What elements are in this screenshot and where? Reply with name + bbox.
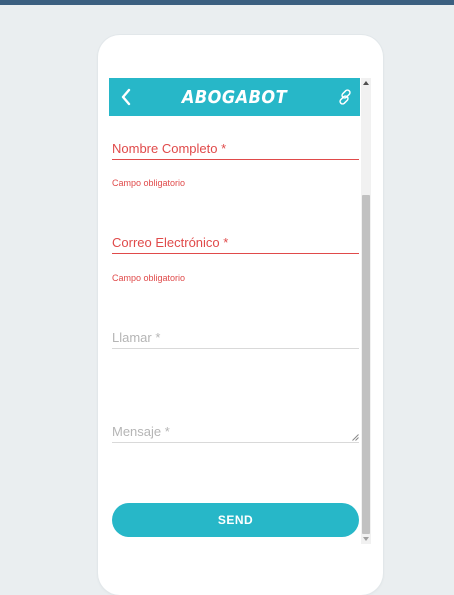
nombre-error: Campo obligatorio bbox=[112, 178, 186, 188]
correo-underline bbox=[112, 253, 359, 254]
llamar-underline bbox=[112, 348, 359, 349]
correo-label: Correo Electrónico * bbox=[112, 235, 229, 250]
link-icon bbox=[339, 89, 351, 105]
scroll-up-arrow-icon[interactable] bbox=[361, 78, 371, 88]
correo-field[interactable]: Correo Electrónico * bbox=[112, 235, 359, 254]
browser-top-strip bbox=[0, 0, 454, 5]
mensaje-underline bbox=[112, 442, 359, 443]
app-header: ABOGABOT bbox=[109, 78, 360, 116]
correo-error: Campo obligatorio bbox=[112, 273, 186, 283]
nombre-underline bbox=[112, 159, 359, 160]
resize-handle-icon[interactable] bbox=[352, 434, 359, 441]
link-button[interactable] bbox=[334, 86, 356, 108]
nombre-field[interactable]: Nombre Completo * bbox=[112, 141, 359, 160]
scroll-down-arrow-icon[interactable] bbox=[361, 534, 371, 544]
llamar-label: Llamar * bbox=[112, 330, 161, 345]
mensaje-label: Mensaje * bbox=[112, 424, 170, 439]
scrollbar[interactable] bbox=[361, 78, 371, 544]
mensaje-field[interactable]: Mensaje * bbox=[112, 424, 359, 443]
nombre-label: Nombre Completo * bbox=[112, 141, 227, 156]
app-title: ABOGABOT bbox=[181, 87, 288, 108]
llamar-field[interactable]: Llamar * bbox=[112, 330, 359, 349]
scrollbar-thumb[interactable] bbox=[362, 195, 370, 534]
phone-screen: ABOGABOT Nombre Completo * Campo obligat… bbox=[109, 78, 371, 544]
send-button[interactable]: SEND bbox=[112, 503, 359, 537]
